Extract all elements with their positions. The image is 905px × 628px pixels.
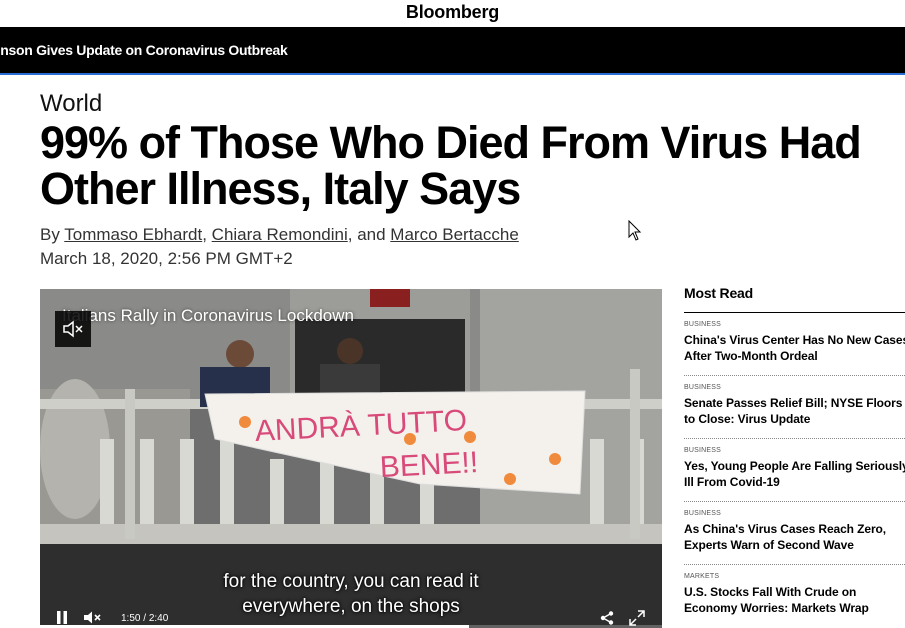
video-title: Italians Rally in Coronavirus Lockdown [62,306,354,325]
most-read-category: BUSINESS [684,510,721,517]
most-read-title[interactable]: As China's Virus Cases Reach Zero, Exper… [684,521,905,553]
most-read-category: MARKETS [684,573,720,580]
video-controls: 1:50 / 2:40 [40,603,662,628]
byline-prefix: By [40,225,65,244]
most-read-category: BUSINESS [684,384,721,391]
most-read-category: BUSINESS [684,321,721,328]
publish-date: March 18, 2020, 2:56 PM GMT+2 [40,249,293,268]
most-read-item[interactable]: BUSINESS As China's Virus Cases Reach Ze… [684,502,905,565]
most-read-item[interactable]: BUSINESS Senate Passes Relief Bill; NYSE… [684,376,905,439]
ticker-text[interactable]: nnson Gives Update on Coronavirus Outbre… [0,42,288,58]
time-current: 1:50 [121,613,141,624]
most-read-item[interactable]: BUSINESS China's Virus Center Has No New… [684,313,905,376]
most-read-title[interactable]: China's Virus Center Has No New Cases Af… [684,332,905,364]
article-headline: 99% of Those Who Died From Virus Had Oth… [40,120,900,212]
byline: By Tommaso Ebhardt, Chiara Remondini, an… [40,225,519,245]
fullscreen-icon[interactable] [629,610,645,626]
byline-sep: , [202,225,212,244]
mouse-cursor-icon [628,220,642,241]
section-label[interactable]: World [40,90,102,118]
most-read-sidebar: Most Read BUSINESS China's Virus Center … [684,285,905,627]
subtitle-line-1: for the country, you can read it [223,571,479,592]
banner-text-line-2: BENE!! [379,446,479,484]
share-icon[interactable] [600,611,614,625]
video-player[interactable]: ANDRÀ TUTTO BENE!! Italians Rally in Cor… [40,289,662,628]
most-read-title[interactable]: U.S. Stocks Fall With Crude on Economy W… [684,584,905,616]
most-read-title[interactable]: Yes, Young People Are Falling Seriously … [684,458,905,490]
unmute-overlay-button[interactable] [55,311,91,347]
pause-icon[interactable] [56,611,68,624]
byline-sep: , and [347,225,391,244]
bloomberg-logo[interactable]: Bloomberg [0,2,905,23]
author-link-ebhardt[interactable]: Tommaso Ebhardt [64,225,202,244]
time-total: 2:40 [148,613,169,624]
time-separator: / [143,613,147,624]
site-header: Bloomberg [0,0,905,27]
headline-line-2: Other Illness, Italy Says [40,163,521,214]
live-ticker[interactable]: nnson Gives Update on Coronavirus Outbre… [0,27,905,75]
author-link-remondini[interactable]: Chiara Remondini [212,225,348,244]
volume-muted-icon[interactable] [83,611,103,624]
most-read-item[interactable]: BUSINESS Yes, Young People Are Falling S… [684,439,905,502]
muted-speaker-icon [63,320,83,338]
headline-line-1: 99% of Those Who Died From Virus Had [40,117,862,168]
most-read-category: BUSINESS [684,447,721,454]
most-read-heading: Most Read [684,285,905,313]
most-read-title[interactable]: Senate Passes Relief Bill; NYSE Floors t… [684,395,905,427]
most-read-item[interactable]: MARKETS U.S. Stocks Fall With Crude on E… [684,565,905,627]
author-link-bertacche[interactable]: Marco Bertacche [390,225,519,244]
playback-time: 1:50 / 2:40 [121,613,168,624]
